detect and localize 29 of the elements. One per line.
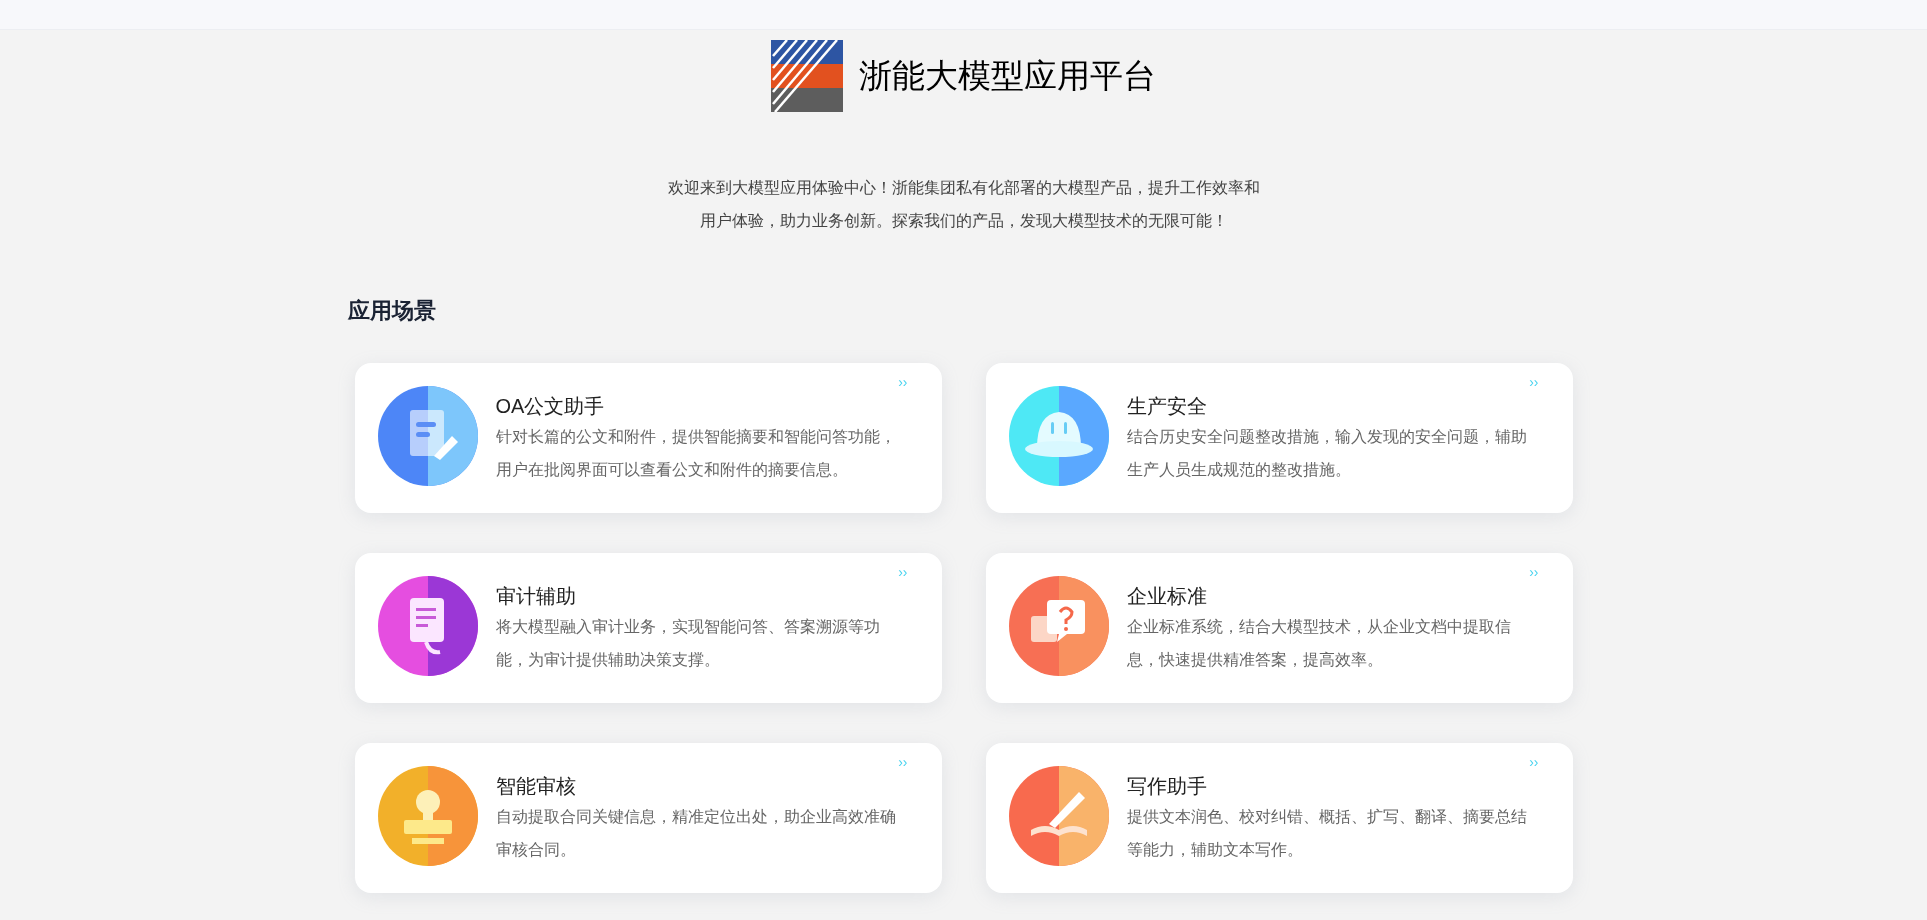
app-icon xyxy=(377,576,478,676)
card-description: 将大模型融入审计业务，实现智能问答、答案溯源等功能，为审计提供辅助决策支撑。 xyxy=(495,617,881,670)
card-description: 提供文本润色、校对纠错、概括、扩写、翻译、摘要总结等能力，辅助文本写作。 xyxy=(1126,807,1528,860)
scenario-card[interactable]: 审计辅助 将大模型融入审计业务，实现智能问答、答案溯源等功能，为审计提供辅助决策支撑。 ›› xyxy=(354,553,942,703)
scenario-card[interactable]: 智能审核 自动提取合同关键信息，精准定位出处，助企业高效准确审核合同。 ›› xyxy=(354,743,942,893)
card-title: 生产安全 xyxy=(1126,394,1208,419)
card-description: 结合历史安全问题整改措施，输入发现的安全问题，辅助生产人员生成规范的整改措施。 xyxy=(1126,427,1528,480)
scenario-card[interactable]: 企业标准 企业标准系统，结合大模型技术，从企业文档中提取信息，快速提供精准答案，提高效率。 ›› xyxy=(985,553,1573,703)
app-icon xyxy=(377,766,478,866)
app-icon xyxy=(1008,576,1109,676)
scenario-card[interactable]: 写作助手 提供文本润色、校对纠错、概括、扩写、翻译、摘要总结等能力，辅助文本写作。 ›› xyxy=(985,743,1573,893)
card-title: OA公文助手 xyxy=(495,394,606,419)
card-title: 企业标准 xyxy=(1126,584,1208,609)
card-title: 智能审核 xyxy=(495,774,577,799)
card-description: 针对长篇的公文和附件，提供智能摘要和智能问答功能，用户在批阅界面可以查看公文和附件的摘要信息。 xyxy=(495,427,897,480)
platform-title: 浙能大模型应用平台 xyxy=(859,56,1156,97)
scenario-card[interactable]: 生产安全 结合历史安全问题整改措施，输入发现的安全问题，辅助生产人员生成规范的整改措施。 ›› xyxy=(985,363,1573,513)
logo-icon xyxy=(771,40,843,112)
section-title: 应用场景 xyxy=(347,297,437,325)
app-icon xyxy=(377,386,478,486)
card-title: 写作助手 xyxy=(1126,774,1208,799)
card-title: 审计辅助 xyxy=(495,584,577,609)
card-description: 自动提取合同关键信息，精准定位出处，助企业高效准确审核合同。 xyxy=(495,807,897,860)
card-description: 企业标准系统，结合大模型技术，从企业文档中提取信息，快速提供精准答案，提高效率。 xyxy=(1126,617,1512,670)
app-icon xyxy=(1008,386,1109,486)
intro-text: 欢迎来到大模型应用体验中心！浙能集团私有化部署的大模型产品，提升工作效率和 xyxy=(667,178,1260,198)
app-icon xyxy=(1008,766,1109,866)
scenario-card[interactable]: OA公文助手 针对长篇的公文和附件，提供智能摘要和智能问答功能，用户在批阅界面可以查看公文和附件的摘要信息。 ›› xyxy=(354,363,942,513)
intro-text: 用户体验，助力业务创新。探索我们的产品，发现大模型技术的无限可能！ xyxy=(699,211,1228,231)
